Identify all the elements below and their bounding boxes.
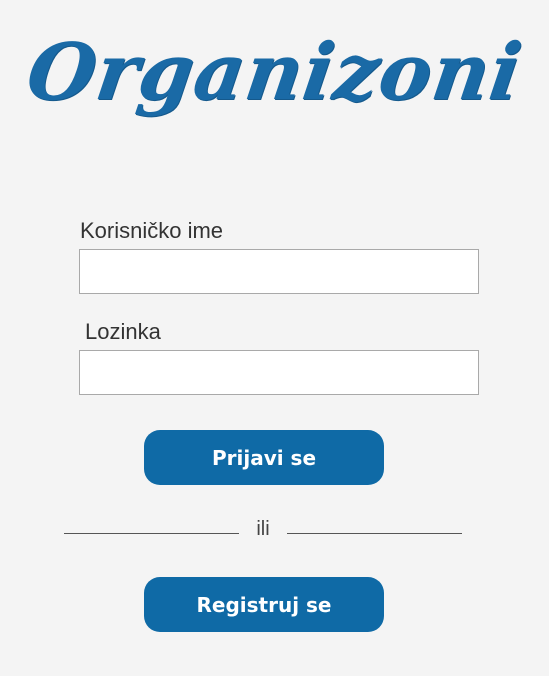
divider-line-left [64,533,239,534]
username-field[interactable] [79,249,479,294]
app-logo: Organizoni [21,27,528,118]
login-button[interactable]: Prijavi se [144,430,384,485]
password-label: Lozinka [85,319,161,344]
password-field[interactable] [79,350,479,395]
divider-text: ili [256,518,270,540]
divider-line-right [287,533,462,534]
username-label: Korisničko ime [80,218,224,243]
register-button[interactable]: Registruj se [144,577,384,632]
